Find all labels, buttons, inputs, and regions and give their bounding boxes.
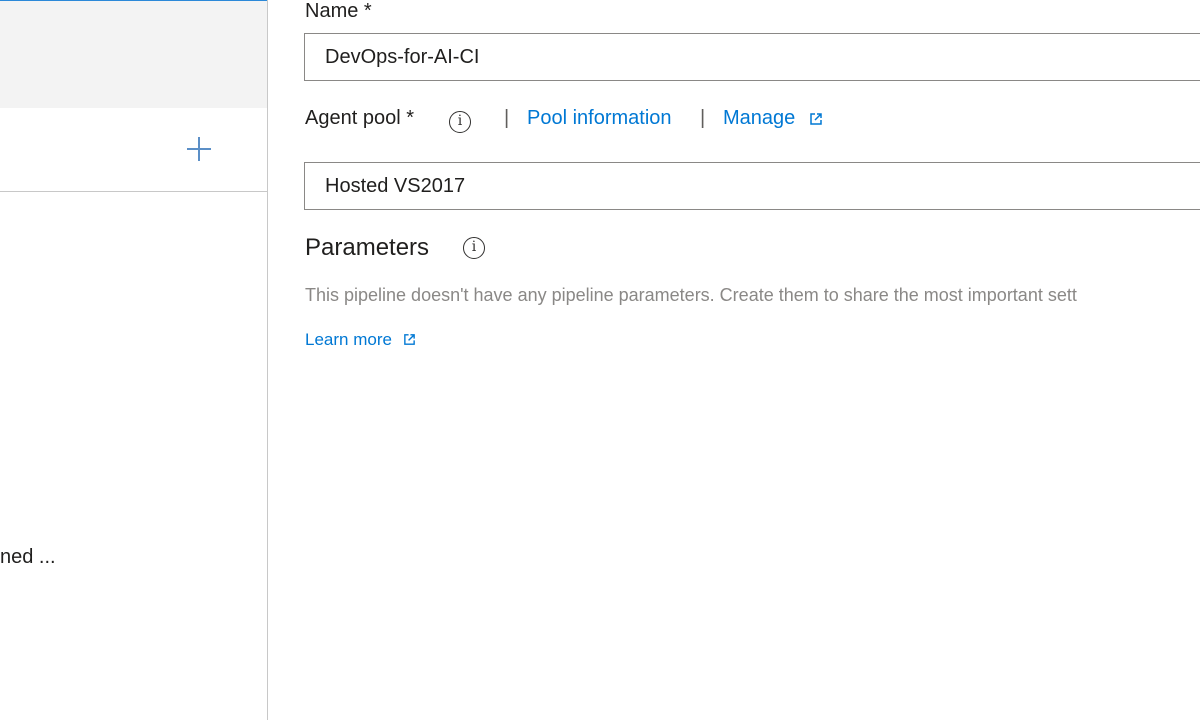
- separator: |: [700, 107, 706, 129]
- plus-icon[interactable]: [186, 136, 212, 162]
- name-input[interactable]: DevOps-for-AI-CI: [304, 33, 1200, 81]
- selected-pipeline-item[interactable]: [0, 0, 267, 108]
- external-link-icon: [404, 334, 415, 345]
- truncated-list-item[interactable]: ned ...: [0, 546, 56, 569]
- external-link-icon: [810, 113, 822, 125]
- pool-information-link[interactable]: Pool information: [527, 107, 672, 130]
- separator: |: [504, 107, 510, 129]
- add-row: [0, 108, 267, 192]
- manage-link[interactable]: Manage: [723, 107, 795, 130]
- parameters-title: Parameters: [305, 234, 430, 261]
- info-icon[interactable]: i: [463, 237, 485, 259]
- left-panel: ned ...: [0, 0, 268, 720]
- info-icon[interactable]: i: [449, 111, 471, 133]
- agent-pool-select[interactable]: Hosted VS2017: [304, 162, 1200, 210]
- learn-more-link[interactable]: Learn more: [305, 330, 392, 350]
- agent-pool-label: Agent pool *: [305, 107, 414, 129]
- parameters-description: This pipeline doesn't have any pipeline …: [305, 285, 1077, 305]
- name-label: Name *: [305, 0, 372, 22]
